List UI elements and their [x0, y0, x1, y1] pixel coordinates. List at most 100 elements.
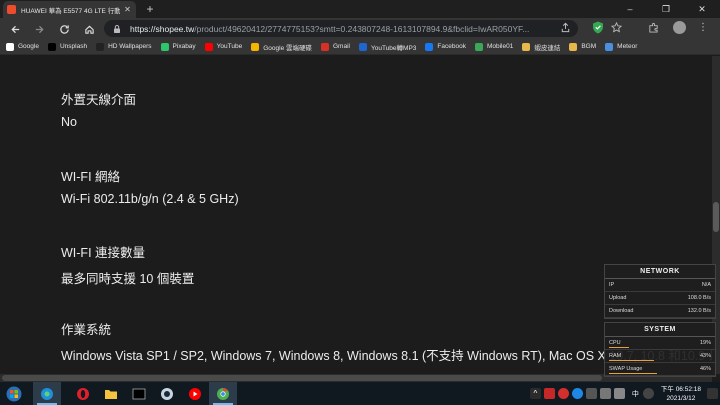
network-icon[interactable]: [585, 388, 597, 399]
lock-icon: [114, 24, 120, 33]
bookmark-favicon-icon: [160, 42, 169, 51]
bookmark-favicon-icon: [605, 42, 614, 51]
bookmark-label: YouTube轉MP3: [370, 44, 417, 52]
bookmark-item[interactable]: 蝦皮連結: [522, 42, 560, 52]
tab-title: HUAWEI 華為 E5577 4G LTE 行動網路分享器: [21, 7, 120, 15]
taskbar-youtube-music[interactable]: [181, 382, 209, 405]
reload-icon: [59, 24, 69, 34]
minimize-button[interactable]: –: [612, 0, 648, 18]
bookmark-label: BGM: [581, 43, 597, 50]
bookmark-item[interactable]: YouTube轉MP3: [358, 42, 417, 52]
share-icon[interactable]: [560, 22, 571, 33]
tray-shield-icon[interactable]: [557, 388, 569, 399]
system-panel: SYSTEM CPU 19% RAM 43% SWAP Usage 46%: [604, 322, 716, 377]
ram-value: 43%: [699, 353, 711, 359]
bluetooth-icon[interactable]: [571, 388, 583, 399]
taskbar-terminal[interactable]: [125, 382, 153, 405]
bookmark-label: HD Wallpapers: [108, 43, 152, 50]
swap-label: SWAP Usage: [609, 366, 643, 372]
spec-label-connections: WI-FI 連接數量: [61, 246, 146, 260]
browser-tab[interactable]: HUAWEI 華為 E5577 4G LTE 行動網路分享器 ✕: [3, 1, 136, 18]
bookmark-item[interactable]: Unsplash: [47, 42, 88, 51]
network-panel: NETWORK IP N/A Upload 108.0 B/s Download 13…: [604, 264, 716, 319]
bookmark-label: Google: [18, 43, 39, 50]
youtube-music-icon: [189, 387, 201, 400]
spec-label-wifi: WI-FI 網絡: [61, 170, 121, 184]
battery-icon[interactable]: [599, 388, 611, 399]
notification-icon[interactable]: [707, 388, 718, 399]
taskbar-opera[interactable]: [69, 382, 97, 405]
star-icon[interactable]: [611, 22, 622, 33]
bookmark-item[interactable]: Gmail: [321, 42, 350, 51]
bookmark-favicon-icon: [474, 42, 483, 51]
extensions-icon[interactable]: [648, 22, 659, 33]
vertical-scroll-thumb[interactable]: [713, 202, 719, 232]
cpu-label: CPU: [609, 340, 621, 346]
bookmark-label: Facebook: [437, 43, 466, 50]
taskbar-chrome[interactable]: [209, 382, 237, 405]
ip-row: IP N/A: [605, 279, 715, 292]
reload-button[interactable]: [55, 20, 73, 38]
browser-toolbar: https://shopee.tw/product/49620412/27747…: [0, 18, 720, 39]
cpu-row: CPU 19%: [605, 337, 715, 350]
menu-kebab-icon[interactable]: ⋮: [698, 21, 708, 34]
cpu-bar: [609, 347, 629, 348]
bookmark-item[interactable]: Pixabay: [160, 42, 196, 51]
spec-value-connections: 最多同時支援 10 個裝置: [61, 272, 195, 286]
ime-mode-icon[interactable]: [642, 388, 654, 399]
arrow-right-icon: [35, 25, 44, 33]
download-row: Download 132.0 B/s: [605, 305, 715, 318]
bookmark-favicon-icon: [96, 42, 105, 51]
start-button[interactable]: [3, 383, 25, 405]
taskbar-file-explorer[interactable]: [97, 382, 125, 405]
bookmark-label: Google 雲端硬碟: [263, 44, 312, 52]
upload-label: Upload: [609, 295, 627, 301]
bookmark-item[interactable]: Google 雲端硬碟: [251, 42, 312, 52]
bookmark-item[interactable]: Google: [6, 42, 39, 51]
bookmark-label: Gmail: [333, 43, 350, 50]
bookmark-label: Mobile01: [486, 43, 514, 50]
network-title: NETWORK: [605, 265, 715, 279]
maximize-button[interactable]: ❐: [648, 0, 684, 18]
back-button[interactable]: [6, 20, 24, 38]
close-window-button[interactable]: ✕: [684, 0, 720, 18]
horizontal-scroll-thumb[interactable]: [2, 375, 602, 381]
edge-icon: [41, 387, 53, 400]
new-tab-button[interactable]: +: [143, 2, 157, 16]
shield-icon[interactable]: [592, 21, 604, 34]
arrow-left-icon: [10, 25, 19, 33]
clock[interactable]: 下午 06:52:18 2021/3/12: [661, 385, 701, 403]
download-value: 132.0 B/s: [687, 308, 711, 314]
clock-date: 2021/3/12: [666, 394, 696, 402]
bookmark-favicon-icon: [522, 42, 531, 51]
swap-row: SWAP Usage 46%: [605, 363, 715, 376]
profile-avatar[interactable]: [673, 21, 686, 34]
bookmark-item[interactable]: BGM: [569, 42, 597, 51]
taskbar-edge[interactable]: [33, 382, 61, 405]
home-button[interactable]: [80, 20, 98, 38]
bookmark-item[interactable]: Mobile01: [474, 42, 514, 51]
bookmark-item[interactable]: Meteor: [605, 42, 637, 51]
url-text: https://shopee.tw/product/49620412/27747…: [130, 23, 530, 34]
upload-row: Upload 108.0 B/s: [605, 292, 715, 305]
taskbar-steam[interactable]: [153, 382, 181, 405]
tray-app-icon[interactable]: [543, 388, 555, 399]
tray-chevron-icon[interactable]: ^: [529, 388, 541, 399]
ime-indicator[interactable]: 中: [632, 389, 639, 399]
address-bar[interactable]: https://shopee.tw/product/49620412/27747…: [104, 20, 578, 37]
tab-strip: HUAWEI 華為 E5577 4G LTE 行動網路分享器 ✕ + – ❐ ✕: [0, 0, 720, 18]
bookmark-item[interactable]: YouTube: [204, 42, 242, 51]
swap-bar: [609, 373, 657, 374]
bookmark-item[interactable]: HD Wallpapers: [96, 42, 152, 51]
terminal-icon: [132, 388, 146, 399]
tab-close-icon[interactable]: ✕: [123, 5, 132, 14]
ram-bar: [609, 360, 654, 361]
forward-button[interactable]: [30, 20, 48, 38]
bookmark-favicon-icon: [425, 42, 434, 51]
steam-icon: [161, 387, 173, 400]
volume-icon[interactable]: [613, 388, 625, 399]
download-label: Download: [609, 308, 634, 314]
bookmark-item[interactable]: Facebook: [425, 42, 466, 51]
bookmark-label: Unsplash: [59, 43, 88, 50]
opera-icon: [77, 387, 89, 400]
